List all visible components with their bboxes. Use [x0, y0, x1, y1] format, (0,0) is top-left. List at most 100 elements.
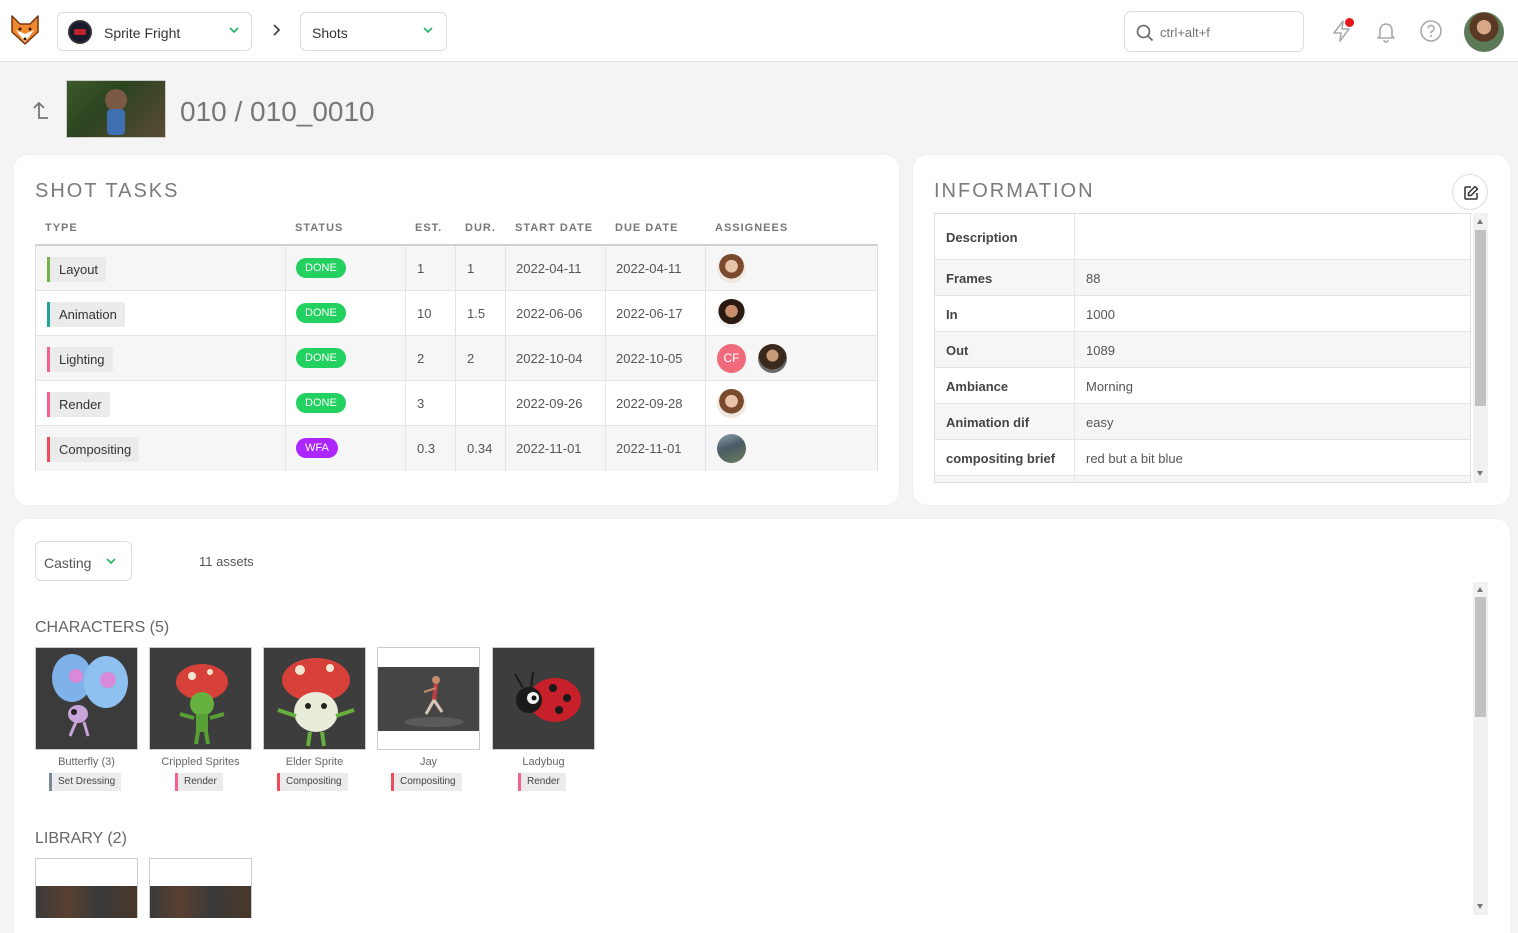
- task-row[interactable]: Compositing WFA 0.3 0.34 2022-11-01 2022…: [36, 426, 877, 471]
- info-value: red but a bit blue: [1086, 451, 1183, 466]
- task-type-tag[interactable]: Lighting: [47, 347, 113, 372]
- task-type-tag[interactable]: Animation: [47, 302, 125, 327]
- asset-thumbnail[interactable]: [377, 647, 480, 750]
- library-asset-thumbnail[interactable]: [35, 858, 138, 918]
- asset-task-tag[interactable]: Compositing: [277, 773, 348, 791]
- info-scrollbar[interactable]: [1473, 213, 1488, 483]
- project-avatar: [68, 20, 92, 44]
- info-row: Animation dif easy: [935, 404, 1470, 440]
- col-header-assignees[interactable]: ASSIGNEES: [715, 222, 788, 234]
- task-type-label: Lighting: [59, 352, 105, 367]
- info-row: [935, 476, 1470, 482]
- casting-selector[interactable]: Casting: [35, 541, 132, 581]
- casting-scrollbar[interactable]: [1473, 582, 1488, 915]
- asset-task-tag[interactable]: Render: [518, 773, 566, 791]
- column-divider: [455, 246, 456, 471]
- task-estimate: 3: [417, 396, 425, 411]
- asset-thumbnail[interactable]: [35, 647, 138, 750]
- task-start-date: 2022-06-06: [516, 306, 583, 321]
- assignee-avatar[interactable]: [717, 254, 746, 283]
- info-row: Out 1089: [935, 332, 1470, 368]
- asset-thumbnail[interactable]: [263, 647, 366, 750]
- scroll-up-arrow[interactable]: [1477, 219, 1483, 224]
- col-header-duration[interactable]: DUR.: [465, 222, 496, 234]
- column-divider: [505, 246, 506, 471]
- shot-tasks-title: SHOT TASKS: [35, 180, 180, 202]
- news-notification-dot: [1345, 18, 1354, 27]
- asset-task-label: Compositing: [286, 776, 342, 787]
- section-name: Shots: [312, 25, 348, 41]
- scrollbar-thumb[interactable]: [1475, 597, 1486, 717]
- col-header-start-date[interactable]: START DATE: [515, 222, 593, 234]
- info-row: In 1000: [935, 296, 1470, 332]
- status-badge[interactable]: DONE: [296, 303, 346, 323]
- task-due-date: 2022-09-28: [616, 396, 683, 411]
- bell-icon[interactable]: [1374, 19, 1398, 43]
- status-badge[interactable]: DONE: [296, 348, 346, 368]
- asset-thumbnail[interactable]: [492, 647, 595, 750]
- asset-name: Ladybug: [522, 756, 565, 768]
- col-header-due-date[interactable]: DUE DATE: [615, 222, 678, 234]
- asset-name: Crippled Sprites: [161, 756, 240, 768]
- status-badge[interactable]: DONE: [296, 393, 346, 413]
- task-row[interactable]: Animation DONE 10 1.5 2022-06-06 2022-06…: [36, 291, 877, 336]
- shot-thumbnail[interactable]: [66, 80, 166, 138]
- kitsu-fox-logo[interactable]: [10, 14, 40, 46]
- asset-task-tag[interactable]: Compositing: [391, 773, 462, 791]
- assignee-avatar[interactable]: CF: [717, 344, 746, 373]
- task-row[interactable]: Lighting DONE 2 2 2022-10-04 2022-10-05 …: [36, 336, 877, 381]
- information-title: INFORMATION: [934, 180, 1095, 202]
- assignee-avatar[interactable]: [717, 299, 746, 328]
- edit-button[interactable]: [1452, 174, 1488, 210]
- task-duration: 1.5: [467, 306, 486, 321]
- section-selector[interactable]: Shots: [300, 12, 447, 51]
- asset-thumbnail[interactable]: [149, 647, 252, 750]
- help-icon[interactable]: [1419, 19, 1443, 43]
- assignee-avatar[interactable]: [717, 434, 746, 463]
- scrollbar-thumb[interactable]: [1475, 230, 1486, 406]
- task-type-tag[interactable]: Compositing: [47, 437, 140, 462]
- task-row[interactable]: Render DONE 3 2022-09-26 2022-09-28: [36, 381, 877, 426]
- status-badge[interactable]: WFA: [296, 438, 338, 458]
- shot-tasks-table: Layout DONE 1 1 2022-04-11 2022-04-11 An…: [35, 244, 878, 471]
- task-color-bar: [391, 773, 394, 791]
- task-duration: 2: [467, 351, 475, 366]
- search-input[interactable]: [1160, 23, 1295, 41]
- chevron-down-icon: [423, 27, 433, 34]
- col-header-type[interactable]: TYPE: [45, 222, 78, 234]
- task-type-label: Animation: [59, 307, 117, 322]
- assignee-avatar[interactable]: [717, 389, 746, 418]
- chevron-right-icon: [273, 24, 281, 36]
- task-due-date: 2022-06-17: [616, 306, 683, 321]
- asset-task-tag[interactable]: Set Dressing: [49, 773, 122, 791]
- global-search[interactable]: [1124, 11, 1304, 52]
- project-selector[interactable]: Sprite Fright: [57, 12, 252, 51]
- info-row-divider: [1074, 296, 1075, 331]
- task-type-tag[interactable]: Layout: [47, 257, 107, 282]
- info-value: Morning: [1086, 379, 1133, 394]
- scroll-down-arrow[interactable]: [1477, 904, 1483, 909]
- scroll-up-arrow[interactable]: [1477, 587, 1483, 592]
- task-start-date: 2022-11-01: [516, 441, 582, 456]
- asset-task-tag[interactable]: Render: [175, 773, 223, 791]
- user-avatar[interactable]: [1464, 12, 1504, 52]
- task-due-date: 2022-10-05: [616, 351, 683, 366]
- info-value: easy: [1086, 415, 1114, 430]
- scroll-down-arrow[interactable]: [1477, 471, 1483, 476]
- task-type-tag[interactable]: Render: [47, 392, 110, 417]
- task-type-label: Render: [59, 397, 102, 412]
- task-type-label: Layout: [59, 262, 99, 277]
- task-duration: 1: [467, 261, 475, 276]
- info-row-divider: [1074, 476, 1075, 482]
- info-value: 88: [1086, 271, 1101, 286]
- casting-selector-label: Casting: [44, 555, 92, 571]
- status-badge[interactable]: DONE: [296, 258, 346, 278]
- back-arrow-icon[interactable]: [28, 100, 50, 122]
- shot-title: 010 / 010_0010: [180, 96, 375, 127]
- task-row[interactable]: Layout DONE 1 1 2022-04-11 2022-04-11: [36, 246, 877, 291]
- col-header-estimate[interactable]: EST.: [415, 222, 442, 234]
- assignee-avatar[interactable]: [758, 344, 787, 373]
- library-asset-thumbnail[interactable]: [149, 858, 252, 918]
- edit-icon: [1464, 185, 1479, 200]
- col-header-status[interactable]: STATUS: [295, 222, 343, 234]
